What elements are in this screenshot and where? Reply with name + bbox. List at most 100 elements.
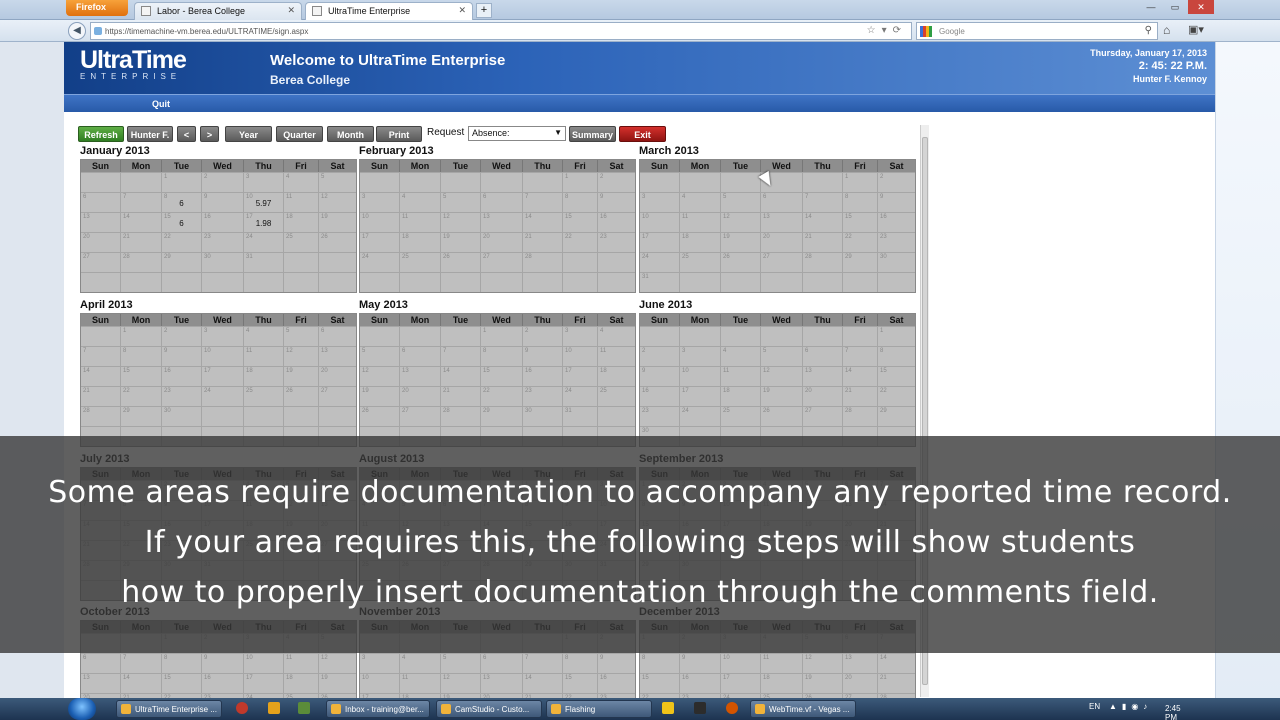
day-cell[interactable]: 14 [121,674,162,693]
day-cell[interactable]: 5 [441,193,481,212]
day-cell[interactable]: 14 [441,367,481,386]
day-cell[interactable]: 7 [81,347,121,366]
day-cell[interactable]: 4 [244,327,284,346]
day-cell[interactable]: 6 [319,327,356,346]
day-cell[interactable]: 27 [481,253,523,272]
day-cell[interactable]: 30 [878,253,915,272]
day-cell[interactable] [523,273,563,292]
day-cell[interactable]: 21 [843,387,878,406]
day-cell[interactable]: 7 [441,347,481,366]
day-cell[interactable]: 22 [121,387,162,406]
day-cell[interactable]: 17 [244,674,284,693]
day-cell[interactable]: 11 [721,367,761,386]
day-cell[interactable] [400,327,441,346]
day-cell[interactable]: 14 [121,213,162,232]
day-cell[interactable]: 15 [843,213,878,232]
day-cell[interactable] [761,273,803,292]
day-cell[interactable]: 9 [640,367,680,386]
day-cell[interactable]: 3 [244,173,284,192]
day-cell[interactable]: 11 [598,347,635,366]
day-cell[interactable]: 9 [878,193,915,212]
day-cell[interactable]: 15 [121,367,162,386]
day-cell[interactable]: 3 [360,654,400,673]
day-cell[interactable]: 23 [598,233,635,252]
day-cell[interactable]: 29 [878,407,915,426]
day-cell[interactable] [202,273,244,292]
day-cell[interactable]: 28 [803,253,843,272]
day-cell[interactable]: 21 [121,233,162,252]
day-cell[interactable]: 2 [878,173,915,192]
url-bar[interactable]: https://timemachine-vm.berea.edu/ULTRATI… [90,22,912,40]
refresh-button[interactable]: Refresh [78,126,124,142]
day-cell[interactable]: 4 [598,327,635,346]
day-cell[interactable] [81,327,121,346]
day-cell[interactable]: 16 [162,367,202,386]
year-button[interactable]: Year [225,126,272,142]
quit-link[interactable]: Quit [152,99,170,109]
day-cell[interactable] [284,253,319,272]
day-cell[interactable]: 28 [121,253,162,272]
day-cell[interactable]: 27 [319,387,356,406]
close-icon[interactable]: ✕ [458,5,466,16]
day-cell[interactable]: 16 [202,213,244,232]
day-cell[interactable]: 13 [81,213,121,232]
day-cell[interactable]: 19 [319,674,356,693]
day-cell[interactable]: 27 [400,407,441,426]
print-button[interactable]: Print [376,126,422,142]
day-cell[interactable] [721,273,761,292]
day-cell[interactable]: 17 [563,367,598,386]
day-cell[interactable] [598,407,635,426]
day-cell[interactable]: 19 [721,233,761,252]
day-cell[interactable]: 10 [360,213,400,232]
day-cell[interactable]: 2 [202,173,244,192]
day-cell[interactable]: 28 [441,407,481,426]
day-cell[interactable] [319,407,356,426]
day-cell[interactable]: 6 [761,193,803,212]
tab-ultratime[interactable]: UltraTime Enterprise ✕ [305,2,473,20]
day-cell[interactable]: 2 [640,347,680,366]
app-icon[interactable] [694,702,706,714]
maximize-icon[interactable]: ▭ [1164,0,1186,14]
day-cell[interactable]: 11 [244,347,284,366]
day-cell[interactable]: 10 [680,367,721,386]
day-cell[interactable] [360,327,400,346]
day-cell[interactable]: 6 [400,347,441,366]
day-cell[interactable]: 24 [202,387,244,406]
day-cell[interactable]: 13 [843,654,878,673]
day-cell[interactable]: 25 [400,253,441,272]
day-cell[interactable]: 7 [523,654,563,673]
day-cell[interactable]: 2 [162,327,202,346]
day-cell[interactable] [202,407,244,426]
day-cell[interactable]: 30 [162,407,202,426]
day-cell[interactable]: 10 [721,654,761,673]
day-cell[interactable]: 10 [563,347,598,366]
day-cell[interactable]: 8 [640,654,680,673]
day-cell[interactable]: 1 [878,327,915,346]
day-cell[interactable]: 16 [598,213,635,232]
day-cell[interactable]: 23 [640,407,680,426]
day-cell[interactable]: 1 [121,327,162,346]
day-cell[interactable] [843,273,878,292]
day-cell[interactable]: 12 [319,193,356,212]
day-cell[interactable]: 12 [319,654,356,673]
day-cell[interactable] [803,327,843,346]
day-cell[interactable]: 31 [563,407,598,426]
day-cell[interactable] [284,273,319,292]
day-cell[interactable]: 11 [284,654,319,673]
day-cell[interactable]: 3 [640,193,680,212]
day-cell[interactable]: 26 [761,407,803,426]
day-cell[interactable]: 6 [481,654,523,673]
day-cell[interactable]: 11 [761,654,803,673]
day-cell[interactable] [244,407,284,426]
day-cell[interactable] [523,173,563,192]
day-cell[interactable]: 20 [481,233,523,252]
day-cell[interactable]: 28 [523,253,563,272]
day-cell[interactable] [481,273,523,292]
new-tab-button[interactable]: + [476,3,492,18]
day-cell[interactable]: 21 [803,233,843,252]
day-cell[interactable]: 19 [284,367,319,386]
day-cell[interactable] [319,273,356,292]
day-cell[interactable] [400,273,441,292]
day-cell[interactable]: 13 [761,213,803,232]
day-cell[interactable]: 15 [563,213,598,232]
